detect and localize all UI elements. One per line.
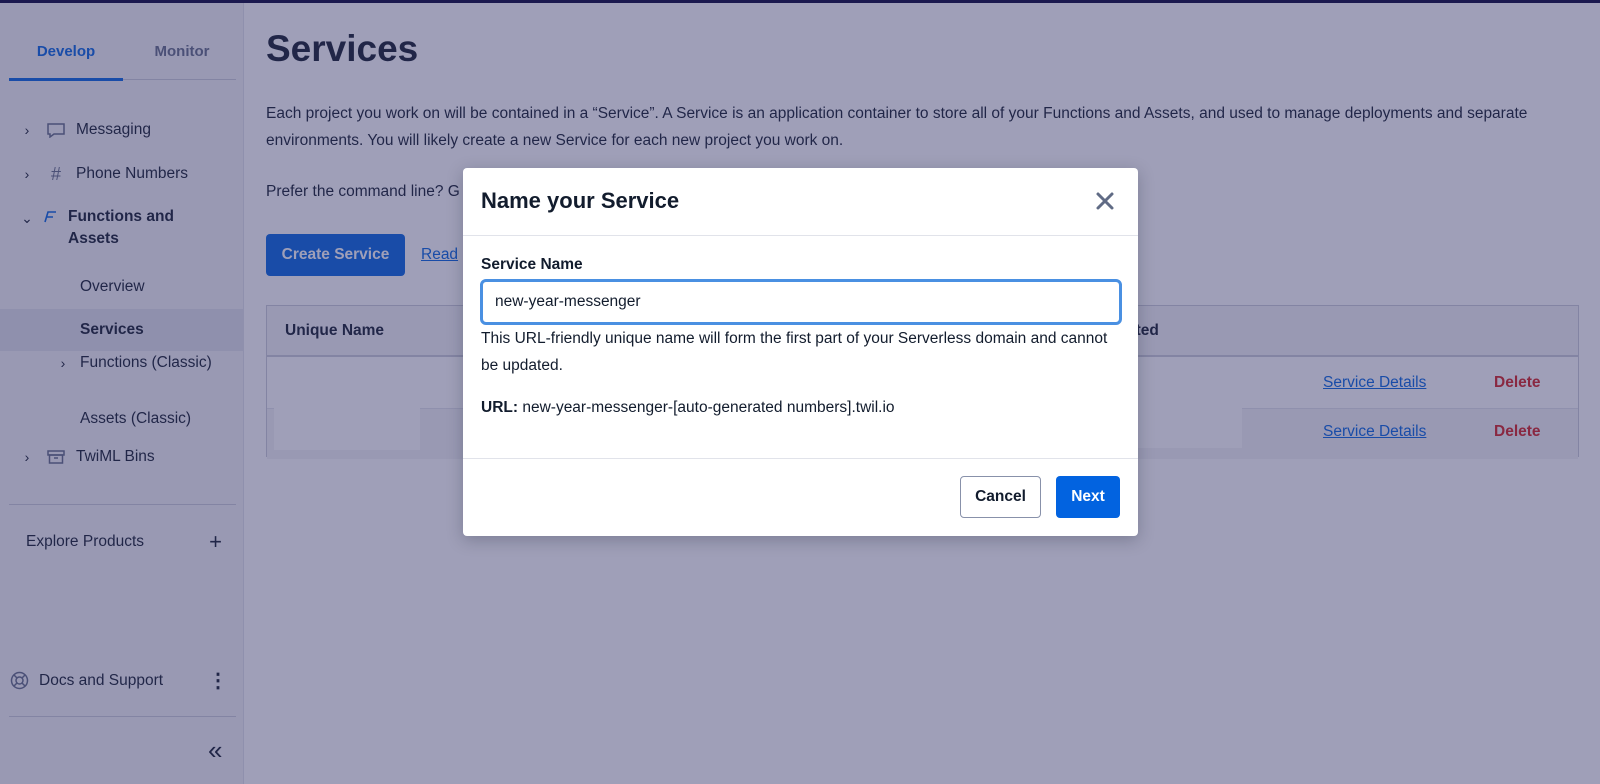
dialog-title: Name your Service	[481, 188, 680, 213]
close-icon[interactable]	[1092, 188, 1118, 214]
name-service-dialog: Name your Service Service Name This URL-…	[463, 168, 1138, 536]
dialog-footer-divider	[463, 458, 1138, 459]
service-name-help-text: This URL-friendly unique name will form …	[481, 330, 1108, 374]
url-preview: URL: new-year-messenger-[auto-generated …	[481, 399, 895, 417]
url-label: URL:	[481, 399, 519, 416]
service-name-label: Service Name	[481, 256, 583, 273]
cancel-button[interactable]: Cancel	[960, 476, 1041, 518]
dialog-header: Name your Service	[463, 168, 1138, 236]
next-button[interactable]: Next	[1056, 476, 1120, 518]
url-value: new-year-messenger-[auto-generated numbe…	[522, 399, 895, 416]
service-name-input[interactable]	[480, 279, 1122, 325]
